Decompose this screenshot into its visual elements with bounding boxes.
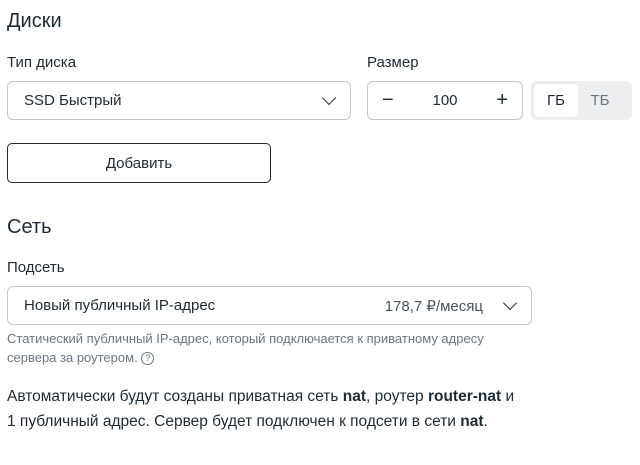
info-text: , роутер <box>366 388 428 405</box>
subnet-price: 178,7 ₽/месяц <box>384 297 483 315</box>
router-name: router-nat <box>427 388 502 405</box>
add-disk-button[interactable]: Добавить <box>7 143 271 183</box>
size-input[interactable]: 100 <box>432 92 457 109</box>
unit-toggle[interactable]: ГБ ТБ <box>531 81 632 120</box>
info-text: . <box>483 413 488 430</box>
subnet-hint: Статический публичный IP-адрес, который … <box>7 329 497 367</box>
disk-type-value: SSD Быстрый <box>24 92 122 109</box>
unit-gb[interactable]: ГБ <box>534 84 578 117</box>
unit-tb[interactable]: ТБ <box>578 84 622 117</box>
size-label: Размер <box>367 54 419 71</box>
subnet-hint-text: Статический публичный IP-адрес, который … <box>7 331 484 365</box>
size-stepper[interactable]: − 100 + <box>367 81 523 120</box>
plus-button[interactable]: + <box>496 89 508 112</box>
auto-create-info: Автоматически будут созданы приватная се… <box>7 384 527 434</box>
subnet-value: Новый публичный IP-адрес <box>24 297 216 314</box>
network-name: nat <box>342 388 367 405</box>
subnet-label: Подсеть <box>7 259 65 276</box>
network-heading: Сеть <box>7 216 52 238</box>
help-icon[interactable]: ? <box>141 352 155 366</box>
info-text: Автоматически будут созданы приватная се… <box>7 388 343 405</box>
chevron-down-icon <box>321 90 337 106</box>
disk-type-select[interactable]: SSD Быстрый <box>7 81 351 120</box>
disk-type-label: Тип диска <box>7 54 77 71</box>
minus-button[interactable]: − <box>382 89 394 112</box>
disks-heading: Диски <box>7 10 62 32</box>
network-name: nat <box>460 413 484 430</box>
chevron-down-icon <box>502 295 518 311</box>
subnet-select[interactable]: Новый публичный IP-адрес 178,7 ₽/месяц <box>7 286 532 325</box>
